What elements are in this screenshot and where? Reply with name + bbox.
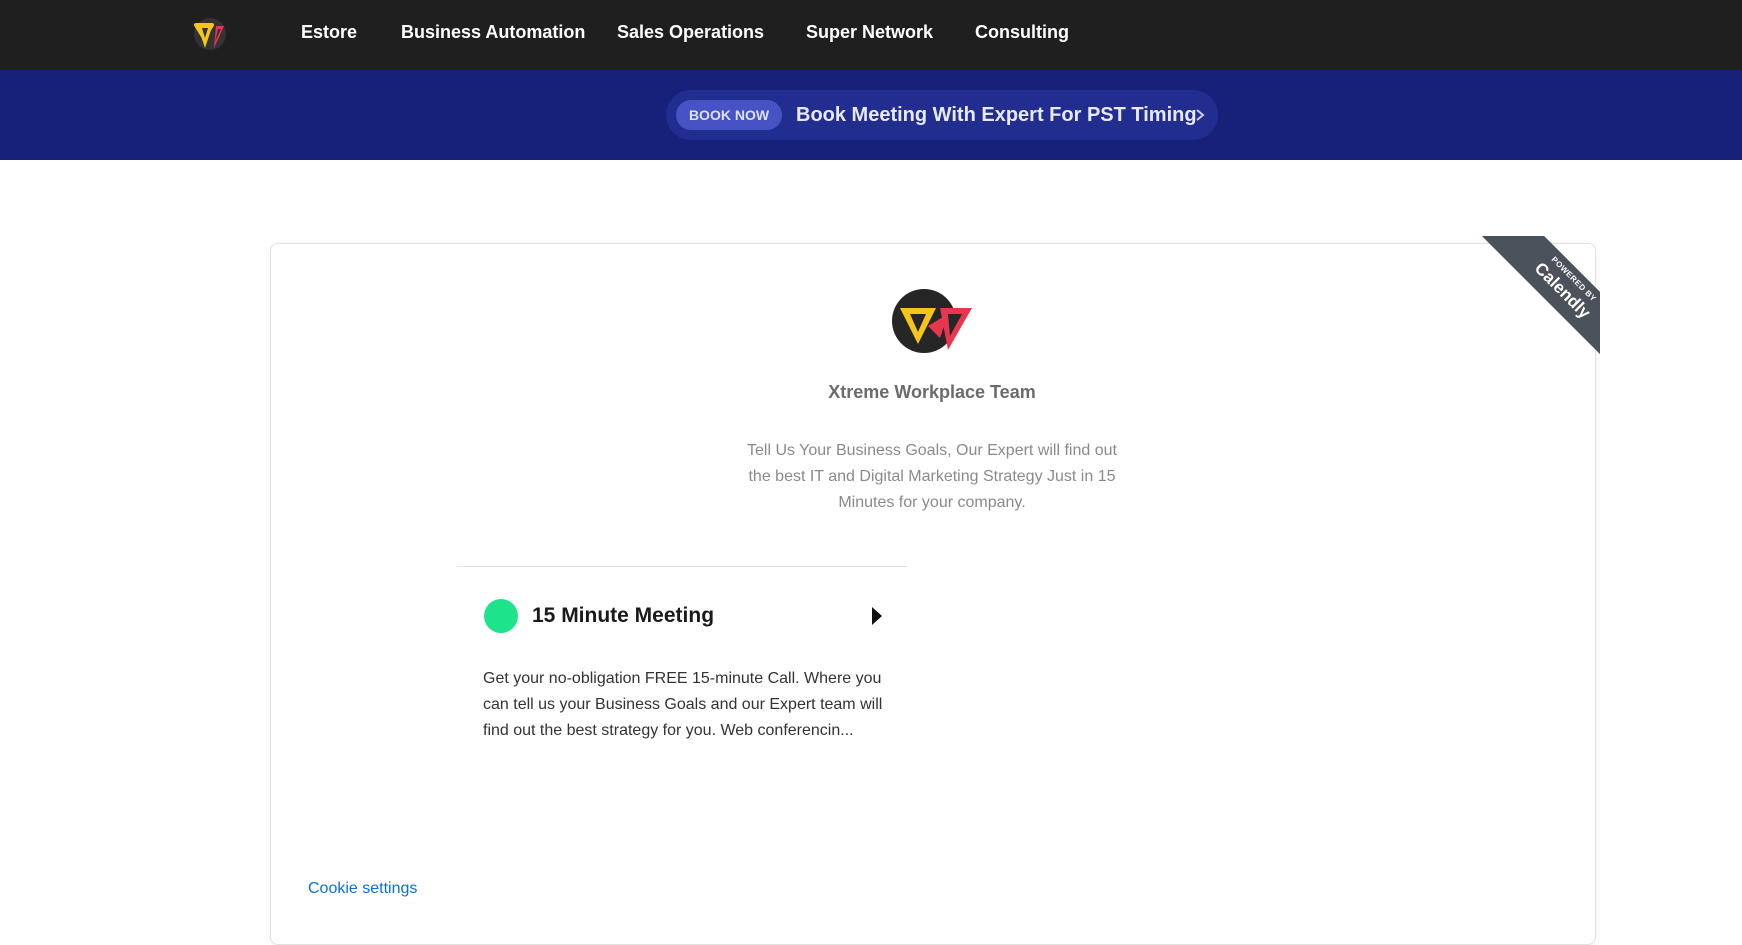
- nav-item-estore[interactable]: Estore: [301, 20, 357, 44]
- nav-item-sales-operations[interactable]: Sales Operations: [617, 20, 764, 44]
- nav-item-consulting[interactable]: Consulting: [975, 20, 1069, 44]
- xw-team-logo-icon: [892, 289, 972, 353]
- nav-item-business-automation[interactable]: Business Automation: [401, 20, 585, 44]
- divider: [457, 566, 907, 567]
- ribbon-calendly: Calendly: [1530, 258, 1595, 323]
- top-navbar: Estore Business Automation Sales Operati…: [0, 0, 1742, 70]
- event-color-dot: [484, 599, 518, 633]
- event-description: Get your no-obligation FREE 15-minute Ca…: [483, 670, 883, 739]
- event-type-15-minute-meeting[interactable]: 15 Minute Meeting: [484, 598, 884, 634]
- xw-logo-icon[interactable]: [190, 10, 238, 58]
- chevron-right-icon: [1196, 109, 1205, 121]
- cookie-settings-link[interactable]: Cookie settings: [308, 880, 417, 898]
- team-name: Xtreme Workplace Team: [828, 382, 1036, 402]
- ribbon-band: POWERED BY Calendly: [1475, 236, 1600, 370]
- powered-by-calendly-ribbon[interactable]: POWERED BY Calendly: [1466, 236, 1600, 370]
- nav-item-super-network[interactable]: Super Network: [806, 20, 933, 44]
- team-description: Tell Us Your Business Goals, Our Expert …: [747, 442, 1117, 511]
- book-meeting-pill[interactable]: BOOK NOW Book Meeting With Expert For PS…: [666, 90, 1218, 140]
- caret-right-icon: [872, 607, 882, 625]
- banner-text: Book Meeting With Expert For PST Timing: [796, 104, 1197, 126]
- promo-banner: BOOK NOW Book Meeting With Expert For PS…: [0, 70, 1742, 160]
- book-now-badge: BOOK NOW: [676, 100, 782, 130]
- event-title: 15 Minute Meeting: [532, 604, 715, 627]
